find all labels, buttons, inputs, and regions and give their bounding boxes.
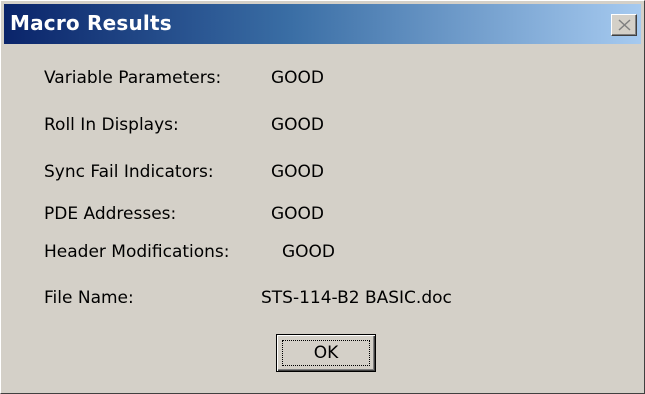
title-bar[interactable]: Macro Results	[4, 4, 641, 44]
close-icon	[618, 19, 631, 31]
result-label: Sync Fail Indicators:	[44, 162, 214, 182]
result-value: GOOD	[271, 115, 325, 135]
file-name-value: STS-114-B2 BASIC.doc	[261, 288, 452, 308]
result-value: GOOD	[271, 162, 325, 182]
close-button[interactable]	[611, 14, 637, 36]
result-label: Variable Parameters:	[44, 68, 222, 88]
result-value: GOOD	[282, 242, 336, 262]
ok-button-label: OK	[282, 340, 370, 366]
ok-button[interactable]: OK	[276, 334, 376, 372]
macro-results-dialog: Macro Results Variable Parameters: GOOD …	[0, 0, 645, 394]
result-label: Header Modifications:	[44, 242, 230, 262]
dialog-title: Macro Results	[10, 11, 172, 35]
result-label: PDE Addresses:	[44, 204, 177, 224]
result-value: GOOD	[271, 204, 325, 224]
result-value: GOOD	[271, 68, 325, 88]
result-label: Roll In Displays:	[44, 115, 179, 135]
result-label: File Name:	[44, 288, 134, 308]
